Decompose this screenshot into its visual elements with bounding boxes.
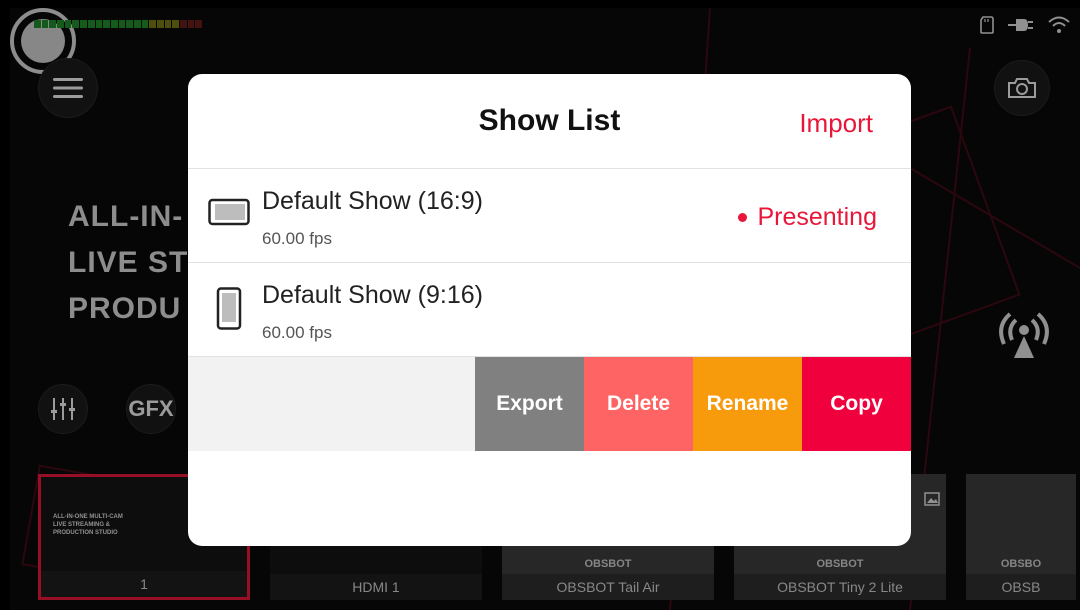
show-list-dialog: Show List Import Default Show (16:9) 60.… — [188, 74, 911, 546]
presenting-dot-icon — [738, 213, 748, 222]
show-list-item[interactable]: Default Show (9:16) 60.00 fps — [188, 263, 911, 357]
copy-button[interactable]: Copy — [802, 357, 911, 451]
portrait-screen-icon — [216, 287, 242, 330]
show-name: Default Show (9:16) — [262, 281, 483, 309]
export-button[interactable]: Export — [475, 357, 584, 451]
landscape-screen-icon — [208, 198, 250, 226]
import-button[interactable]: Import — [799, 108, 873, 139]
dialog-header: Show List Import — [188, 74, 911, 169]
show-list-item[interactable]: Default Show (16:9) 60.00 fps Presenting — [188, 169, 911, 263]
status-label: Presenting — [757, 203, 877, 231]
presenting-status: Presenting — [738, 203, 877, 232]
show-fps: 60.00 fps — [262, 323, 332, 342]
show-name: Default Show (16:9) — [262, 187, 483, 215]
rename-button[interactable]: Rename — [693, 357, 802, 451]
delete-button[interactable]: Delete — [584, 357, 693, 451]
show-fps: 60.00 fps — [262, 229, 332, 248]
swipe-actions-row: Export Delete Rename Copy — [188, 357, 911, 451]
